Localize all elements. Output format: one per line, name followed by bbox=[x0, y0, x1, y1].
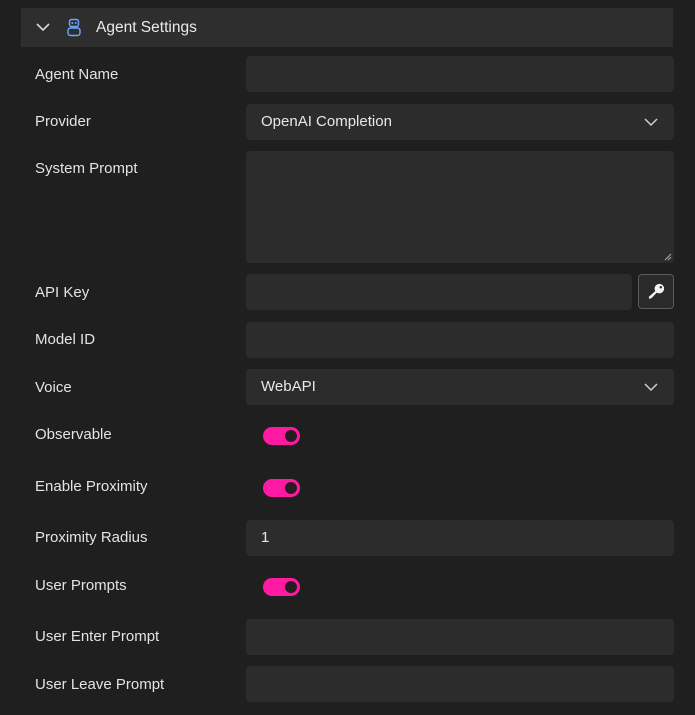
model-id-label: Model ID bbox=[35, 331, 96, 348]
user-leave-prompt-input[interactable] bbox=[246, 666, 674, 702]
robot-icon bbox=[67, 18, 81, 37]
system-prompt-label: System Prompt bbox=[35, 160, 138, 177]
user-enter-prompt-input[interactable] bbox=[246, 619, 674, 655]
provider-select[interactable]: OpenAI Completion bbox=[246, 104, 674, 140]
toggle-knob bbox=[285, 430, 297, 442]
api-key-label: API Key bbox=[35, 284, 90, 301]
voice-select[interactable]: WebAPI bbox=[246, 369, 674, 405]
enable-proximity-toggle[interactable] bbox=[263, 479, 300, 497]
provider-selected-value: OpenAI Completion bbox=[261, 113, 392, 130]
agent-settings-header[interactable]: Agent Settings bbox=[21, 8, 673, 47]
panel-title: Agent Settings bbox=[96, 19, 197, 36]
user-enter-prompt-label: User Enter Prompt bbox=[35, 628, 160, 645]
observable-toggle[interactable] bbox=[263, 427, 300, 445]
agent-name-label: Agent Name bbox=[35, 66, 119, 83]
model-id-input[interactable] bbox=[246, 322, 674, 358]
proximity-radius-input[interactable]: 1 bbox=[246, 520, 674, 556]
provider-label: Provider bbox=[35, 113, 91, 130]
voice-label: Voice bbox=[35, 379, 72, 396]
toggle-knob bbox=[285, 482, 297, 494]
enable-proximity-label: Enable Proximity bbox=[35, 478, 148, 495]
chevron-down-icon bbox=[644, 383, 658, 392]
toggle-knob bbox=[285, 581, 297, 593]
user-prompts-toggle[interactable] bbox=[263, 578, 300, 596]
api-key-input[interactable] bbox=[246, 274, 632, 310]
api-key-button[interactable] bbox=[638, 274, 674, 309]
voice-selected-value: WebAPI bbox=[261, 378, 316, 395]
observable-label: Observable bbox=[35, 426, 112, 443]
resize-grip-icon[interactable] bbox=[664, 253, 672, 261]
key-icon bbox=[648, 283, 665, 299]
user-prompts-label: User Prompts bbox=[35, 577, 127, 594]
chevron-down-icon[interactable] bbox=[35, 21, 51, 33]
system-prompt-textarea[interactable] bbox=[246, 151, 674, 263]
user-leave-prompt-label: User Leave Prompt bbox=[35, 676, 165, 693]
agent-name-input[interactable] bbox=[246, 56, 674, 92]
chevron-down-icon bbox=[644, 118, 658, 127]
proximity-radius-label: Proximity Radius bbox=[35, 529, 148, 546]
